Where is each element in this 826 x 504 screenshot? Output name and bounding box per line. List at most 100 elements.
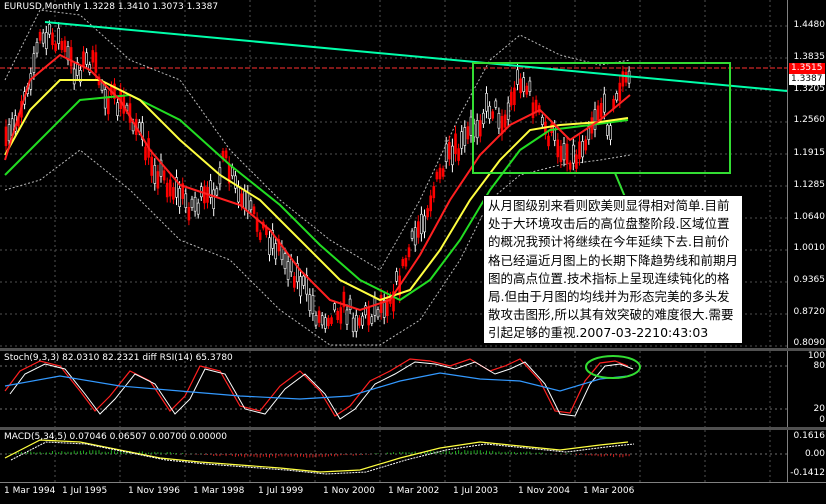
candle-body [283,253,287,269]
candle-body [4,126,8,147]
candle-body [351,317,355,333]
candle-body [602,93,606,113]
candle-body [162,170,166,181]
candle-body [258,232,262,240]
candle-body [103,89,107,109]
candle-body [525,85,529,95]
candle-body [547,135,550,147]
candle-body [513,87,516,105]
candle-body [420,213,423,235]
candle-body [249,200,253,211]
candle-body [528,80,532,93]
candle-body [540,117,544,125]
candle-body [618,82,622,102]
candle-body [51,32,54,46]
candle-body [286,261,290,280]
candle-body [187,207,191,221]
time-tick: 1 Jul 1999 [258,486,304,496]
candle-body [506,102,510,120]
candle-body [41,32,45,44]
candle-body [460,131,464,149]
candle-body [116,102,119,116]
candle-body [494,100,498,108]
candle-body [268,237,271,255]
macd-header: MACD(5,34,5) 0.07046 0.06507 0.00700 0.0… [4,432,227,442]
candle-body [317,310,321,323]
candle-body [212,189,215,209]
candle-body [451,145,454,166]
time-axis: 1 Mar 1994 1 Jul 1995 1 Nov 1996 1 Mar 1… [0,482,826,504]
candle-body [581,141,584,158]
candle-body [314,315,318,326]
candle-body [320,315,324,326]
candle-body [578,141,581,159]
candle-body [224,150,228,159]
candle-body [606,124,609,136]
time-tick: 1 Mar 1998 [193,486,245,496]
annotation-pointer [614,172,626,198]
candle-body [599,102,603,118]
candle-body [475,120,479,139]
candle-body [85,52,88,65]
candle-body [621,71,625,87]
price-tick: 0.8090 [793,338,826,348]
candle-body [568,162,572,170]
time-tick: 1 Mar 2002 [388,486,440,496]
candle-body [327,317,330,327]
candle-body [94,52,98,73]
annotation-note: 从月图级别来看则欧美则显得相对简单.目前处于大环境攻击后的高位盘整阶段.区域位置… [483,195,743,344]
candle-body [289,258,293,273]
stoch-rsi-pane[interactable]: Stoch(9,3,3) 82.0310 82.2321 diff RSI(14… [0,351,787,427]
candle-body [333,303,336,311]
time-tick: 1 Nov 1996 [128,486,180,496]
candle-body [407,247,411,258]
time-tick: 1 Nov 2004 [518,486,570,496]
stoch-tick: 0 [819,415,825,425]
candle-body [435,171,439,180]
candle-body [454,133,457,155]
macd-tick: -0.1412 [790,468,825,478]
candle-body [292,276,296,288]
price-tick: 1.3835 [793,52,826,62]
candle-body [252,206,256,215]
candle-body [522,77,526,92]
candle-body [376,309,380,318]
macd-pane[interactable]: MACD(5,34,5) 0.07046 0.06507 0.00700 0.0… [0,430,787,482]
price-axis: 1.4480 1.3835 1.3205 1.2560 1.1915 1.128… [787,0,826,348]
candle-body [178,188,181,207]
candle-body [416,221,420,238]
candle-body [463,127,467,146]
candle-body [485,93,488,112]
price-tick: 1.0640 [793,212,826,222]
candle-body [441,168,445,177]
candle-body [426,208,429,218]
price-tag-high: 1.3515 [789,63,825,74]
stoch-tick: 20 [813,404,825,414]
candle-body [565,143,569,164]
candle-body [373,297,377,316]
candle-body [38,31,42,41]
candle-body [237,186,240,203]
time-tick: 1 Jul 2003 [453,486,499,496]
candle-body [482,112,485,125]
candle-body [48,24,51,35]
candle-body [339,307,343,324]
candle-body [401,259,405,267]
price-chart-pane[interactable]: EURUSD,Monthly 1.3228 1.3410 1.3073 1.33… [0,0,787,348]
candle-body [165,182,169,198]
candle-body [491,111,495,119]
downtrend-line [44,21,787,92]
candle-body [308,294,312,311]
candle-body [550,123,553,133]
candle-body [503,114,507,128]
candle-body [190,198,194,208]
candle-body [423,215,426,233]
candle-body [457,148,460,161]
candle-body [370,316,374,324]
stoch-rsi-header: Stoch(9,3,3) 82.0310 82.2321 diff RSI(14… [4,353,233,363]
overbought-highlight [585,355,641,379]
price-tick: 1.4480 [793,20,826,30]
stoch-tick: 100 [807,351,825,361]
candle-body [243,190,246,209]
macd-tick: 0.00 [804,449,825,459]
